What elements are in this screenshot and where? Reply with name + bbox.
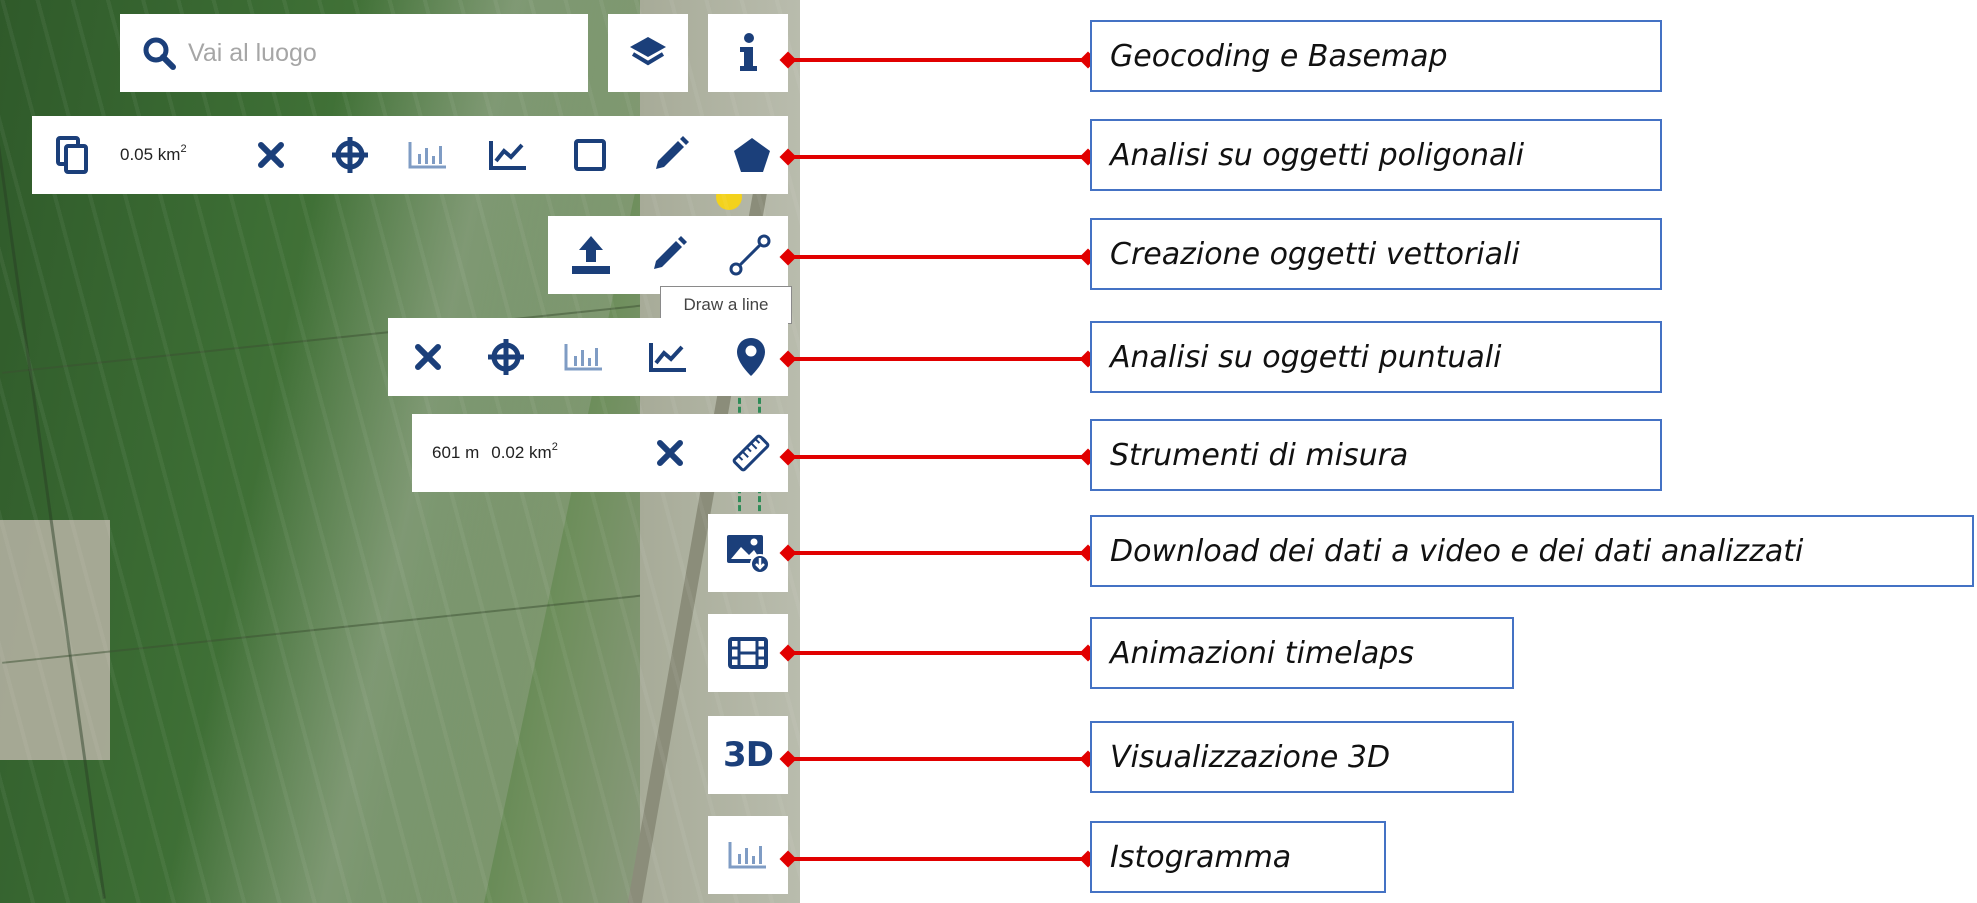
polygon-clear-button[interactable]: [246, 120, 296, 190]
polygon-locate-button[interactable]: [322, 120, 378, 190]
close-icon: [414, 343, 442, 371]
polygon-area-value: 0.05 km: [120, 145, 181, 164]
edit-polygon-button[interactable]: [642, 120, 698, 190]
search-icon[interactable]: [142, 36, 176, 70]
layers-icon: [628, 35, 668, 71]
point-clear-button[interactable]: [402, 322, 454, 392]
callout-text: Visualizzazione 3D: [1110, 739, 1391, 775]
point-locate-button[interactable]: [478, 322, 534, 392]
measure-button[interactable]: [718, 418, 784, 488]
info-button[interactable]: [708, 14, 788, 92]
draw-polygon-button[interactable]: [720, 120, 784, 190]
copy-icon: [56, 136, 88, 174]
callout-text: Animazioni timelaps: [1110, 635, 1414, 671]
callout-measure-tools: Strumenti di misura: [1090, 419, 1662, 491]
square-icon: [573, 138, 607, 172]
callout-polygon-analysis: Analisi su oggetti poligonali: [1090, 119, 1662, 191]
draw-line-button[interactable]: [716, 220, 784, 290]
draw-rectangle-button[interactable]: [562, 120, 618, 190]
histogram-icon: [564, 342, 604, 372]
annotation-arrow: [788, 757, 1088, 761]
measure-area-sup: 2: [551, 441, 558, 453]
info-icon: [736, 33, 760, 73]
crosshair-icon: [486, 337, 526, 377]
measure-length-value: 601 m: [432, 443, 480, 462]
measure-readout: 601 m 0.02 km 2: [432, 418, 558, 488]
polygon-area-sup: 2: [180, 143, 187, 155]
annotation-arrow: [788, 58, 1088, 62]
callout-text: Strumenti di misura: [1110, 437, 1409, 473]
tooltip-text: Draw a line: [683, 295, 769, 314]
crosshair-icon: [330, 135, 370, 175]
annotation-arrow: [788, 651, 1088, 655]
annotation-arrow: [788, 155, 1088, 159]
annotation-arrow: [788, 255, 1088, 259]
callout-text: Geocoding e Basemap: [1110, 38, 1448, 74]
callout-text: Creazione oggetti vettoriali: [1110, 236, 1520, 272]
annotated-screenshot: 0.05 km2: [0, 0, 1977, 903]
line-chart-icon: [648, 341, 688, 373]
upload-button[interactable]: [560, 220, 622, 290]
close-icon: [257, 141, 285, 169]
callout-text: Analisi su oggetti poligonali: [1110, 137, 1525, 173]
view-3d-label: 3D: [723, 735, 774, 775]
search-box[interactable]: [120, 14, 588, 92]
annotation-arrow: [788, 551, 1088, 555]
timelapse-button[interactable]: [708, 614, 788, 692]
callout-text: Istogramma: [1110, 839, 1292, 875]
measure-area-value: 0.02 km: [491, 443, 552, 462]
annotation-arrow: [788, 455, 1088, 459]
download-image-button[interactable]: [708, 514, 788, 592]
line-chart-icon: [488, 139, 528, 171]
callout-geocoding-basemap: Geocoding e Basemap: [1090, 20, 1662, 92]
point-timeseries-button[interactable]: [640, 322, 696, 392]
image-download-icon: [725, 531, 771, 575]
callout-vector-creation: Creazione oggetti vettoriali: [1090, 218, 1662, 290]
pencil-icon: [648, 235, 688, 275]
search-input[interactable]: [188, 38, 548, 68]
measure-clear-button[interactable]: [642, 418, 698, 488]
histogram-icon: [408, 140, 448, 170]
histogram-button[interactable]: [708, 816, 788, 894]
annotation-arrow: [788, 357, 1088, 361]
histogram-icon: [728, 840, 768, 870]
annotation-arrow: [788, 857, 1088, 861]
map-marker-icon: [735, 336, 767, 378]
polygon-timeseries-button[interactable]: [480, 120, 536, 190]
polygon-histogram-button[interactable]: [400, 120, 456, 190]
callout-histogram: Istogramma: [1090, 821, 1386, 893]
close-icon: [656, 439, 684, 467]
callout-download: Download dei dati a video e dei dati ana…: [1090, 515, 1974, 587]
copy-button[interactable]: [46, 120, 98, 190]
edit-vector-button[interactable]: [640, 220, 696, 290]
callout-text: Analisi su oggetti puntuali: [1110, 339, 1502, 375]
callout-point-analysis: Analisi su oggetti puntuali: [1090, 321, 1662, 393]
pentagon-icon: [732, 136, 772, 174]
callout-text: Download dei dati a video e dei dati ana…: [1110, 533, 1804, 569]
film-icon: [728, 636, 768, 670]
upload-icon: [569, 234, 613, 276]
add-point-button[interactable]: [718, 322, 784, 392]
ruler-icon: [731, 433, 771, 473]
point-histogram-button[interactable]: [556, 322, 612, 392]
polygon-area-readout: 0.05 km 2: [120, 120, 187, 190]
basemap-layers-button[interactable]: [608, 14, 688, 92]
callout-3d-view: Visualizzazione 3D: [1090, 721, 1514, 793]
line-draw-icon: [728, 233, 772, 277]
view-3d-button[interactable]: 3D: [708, 716, 788, 794]
pencil-icon: [650, 135, 690, 175]
callout-timelapse: Animazioni timelaps: [1090, 617, 1514, 689]
